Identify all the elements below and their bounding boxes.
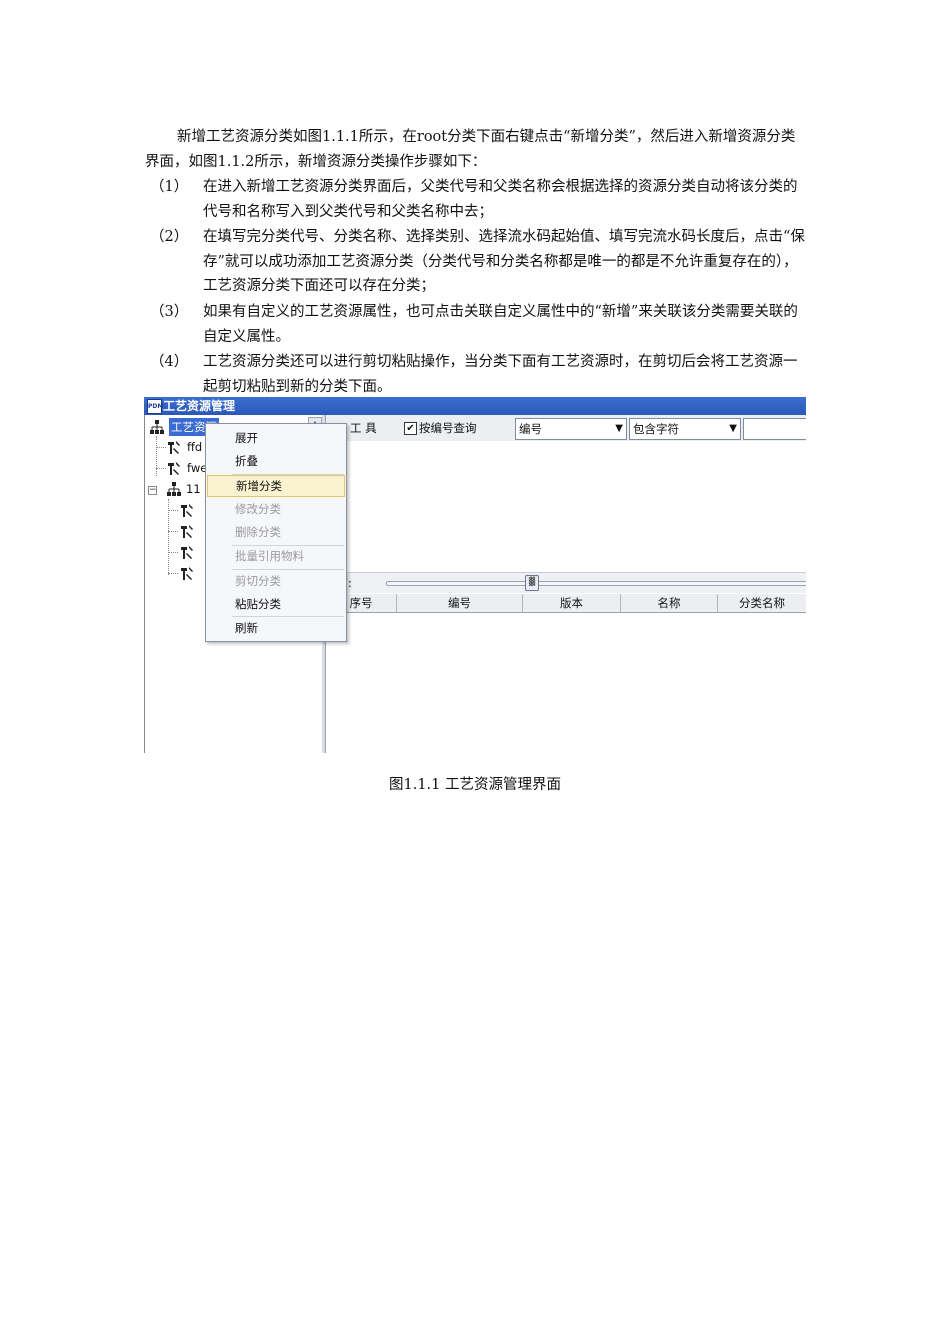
menu-item-batch-reference[interactable]: 批量引用物料 (207, 545, 345, 567)
match-mode-value: 包含字符 (633, 422, 679, 436)
tree-item-label: 11 (186, 482, 201, 496)
tools-icon[interactable] (179, 502, 195, 518)
column-header[interactable]: 版本 (523, 594, 621, 612)
match-mode-select[interactable]: 包含字符 ▼ (629, 418, 741, 440)
tree-connector (168, 531, 178, 532)
pdm-logo-icon: PDM (147, 399, 163, 414)
resource-manager-screenshot: PDM 工艺资源管理 工艺资源 ffd fwe − 11 工 具 ✔ 按编号查询… (144, 397, 806, 753)
step-number: （4） (150, 354, 189, 370)
search-input[interactable] (743, 418, 806, 440)
tree-connector (168, 510, 178, 511)
row-height-bar: 行高: ▓ (325, 572, 806, 593)
search-field-value: 编号 (519, 422, 542, 436)
tree-item-label: ffd (187, 440, 203, 454)
search-by-code-label: 按编号查询 (419, 421, 477, 435)
tools-icon (168, 462, 180, 475)
menu-item-add-category[interactable]: 新增分类 (207, 475, 345, 497)
slider-thumb[interactable]: ▓ (525, 575, 539, 591)
menu-item-refresh[interactable]: 刷新 (207, 617, 345, 639)
table-body (326, 613, 806, 753)
context-menu: 展开 折叠 新增分类 修改分类 删除分类 批量引用物料 剪切分类 粘贴分类 刷新 (205, 423, 347, 642)
hierarchy-icon (150, 420, 164, 434)
menu-item-edit-category[interactable]: 修改分类 (207, 498, 345, 520)
table-header: 序号 编号 版本 名称 分类名称 (326, 594, 806, 613)
tree-connector (156, 468, 166, 469)
tools-icon[interactable] (179, 523, 195, 539)
menu-item-expand[interactable]: 展开 (207, 427, 345, 449)
chevron-down-icon[interactable]: ▼ (615, 422, 623, 436)
intro-paragraph: 新增工艺资源分类如图1.1.1所示，在root分类下面右键点击“新增分类”，然后… (145, 129, 796, 170)
menu-item-paste-category[interactable]: 粘贴分类 (207, 593, 345, 615)
row-height-slider[interactable]: ▓ (386, 575, 806, 591)
tree-connector (168, 573, 178, 574)
results-area (326, 441, 806, 569)
window-titlebar: PDM 工艺资源管理 (144, 397, 806, 415)
menu-item-collapse[interactable]: 折叠 (207, 450, 345, 472)
tools-icon[interactable] (179, 544, 195, 560)
step-text: 如果有自定义的工艺资源属性，也可点击关联自定义属性中的“新增”来关联该分类需要关… (203, 304, 798, 345)
search-field-select[interactable]: 编号 ▼ (515, 418, 627, 440)
step-number: （2） (150, 229, 189, 245)
tree-connector (156, 436, 157, 476)
search-by-code-checkbox[interactable]: ✔ (404, 422, 417, 435)
hierarchy-icon (167, 482, 181, 496)
step-4: （4） 工艺资源分类还可以进行剪切粘贴操作，当分类下面有工艺资源时，在剪切后会将… (145, 350, 807, 399)
step-text: 在填写完分类代号、分类名称、选择类别、选择流水码起始值、填写完流水码长度后，点击… (203, 229, 805, 295)
tools-icon[interactable] (179, 565, 195, 581)
search-toolbar: 工 具 ✔ 按编号查询 编号 ▼ 包含字符 ▼ (326, 415, 806, 442)
figure-caption: 图1.1.1 工艺资源管理界面 (388, 777, 561, 793)
tree-connector (168, 552, 178, 553)
column-header[interactable]: 名称 (621, 594, 718, 612)
step-1: （1） 在进入新增工艺资源分类界面后，父类代号和父类名称会根据选择的资源分类自动… (145, 175, 807, 224)
step-number: （3） (150, 304, 189, 320)
menu-item-cut-category[interactable]: 剪切分类 (207, 570, 345, 592)
tools-label: 工 具 (350, 421, 377, 435)
window-title: 工艺资源管理 (163, 399, 236, 413)
step-2: （2） 在填写完分类代号、分类名称、选择类别、选择流水码起始值、填写完流水码长度… (145, 225, 807, 299)
tree-connector (156, 447, 166, 448)
step-text: 工艺资源分类还可以进行剪切粘贴操作，当分类下面有工艺资源时，在剪切后会将工艺资源… (203, 354, 798, 395)
collapse-icon[interactable]: − (148, 486, 157, 495)
column-header[interactable]: 编号 (397, 594, 523, 612)
chevron-down-icon[interactable]: ▼ (729, 422, 737, 436)
column-header[interactable]: 分类名称 (718, 594, 806, 612)
step-text: 在进入新增工艺资源分类界面后，父类代号和父类名称会根据选择的资源分类自动将该分类… (203, 179, 798, 220)
menu-item-delete-category[interactable]: 删除分类 (207, 521, 345, 543)
step-3: （3） 如果有自定义的工艺资源属性，也可点击关联自定义属性中的“新增”来关联该分… (145, 300, 807, 349)
tools-icon (168, 441, 180, 454)
step-number: （1） (150, 179, 189, 195)
